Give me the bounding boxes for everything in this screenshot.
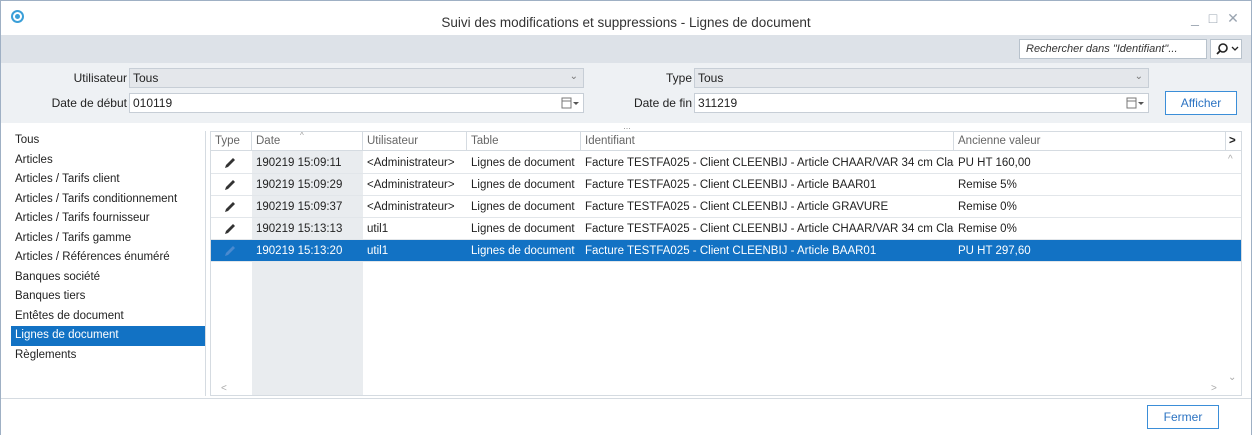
end-date-input[interactable]: 311219 [694,93,1149,113]
cell-user: util1 [367,223,389,235]
start-date-label: Date de début [51,96,127,110]
scroll-left-icon[interactable]: < [221,383,227,394]
cell-table: Lignes de document [471,245,575,257]
chevron-down-icon: ⌄ [1134,71,1143,82]
sidebar-item[interactable]: Règlements [11,346,205,366]
cell-date: 190219 15:13:20 [256,245,343,257]
search-input[interactable]: Rechercher dans "Identifiant"... [1019,39,1207,59]
cell-identifier: Facture TESTFA025 - Client CLEENBIJ - Ar… [585,179,877,191]
edit-pencil-icon [223,244,237,258]
type-select[interactable]: Tous ⌄ [694,68,1149,88]
cell-old-value: PU HT 297,60 [958,245,1031,257]
sidebar-item[interactable]: Entêtes de document [11,307,205,327]
user-select[interactable]: Tous ⌄ [129,68,584,88]
title-bar: Suivi des modifications et suppressions … [1,1,1251,35]
column-header-type[interactable]: Type [211,132,252,151]
user-select-value: Tous [133,71,159,85]
close-icon[interactable]: ✕ [1225,10,1241,26]
sidebar-item[interactable]: Articles / Tarifs fournisseur [11,209,205,229]
cell-table: Lignes de document [471,201,575,213]
sidebar-item[interactable]: Banques société [11,268,205,288]
column-header-date[interactable]: Date ^ [252,132,363,151]
cell-old-value: PU HT 160,00 [958,157,1031,169]
edit-pencil-icon [223,178,237,192]
cell-date: 190219 15:09:29 [256,179,343,191]
table-row[interactable]: 190219 15:09:37 <Administrateur> Lignes de… [211,196,1241,218]
calendar-icon[interactable] [1126,97,1144,109]
show-button[interactable]: Afficher [1165,91,1237,115]
sidebar-item[interactable]: Articles / Tarifs gamme [11,229,205,249]
table-filter-list: Tous Articles Articles / Tarifs client Arti… [11,131,206,396]
filter-panel: Utilisateur Tous ⌄ Date de début 010119 … [1,63,1251,123]
close-button[interactable]: Fermer [1147,405,1219,429]
cell-identifier: Facture TESTFA025 - Client CLEENBIJ - Ar… [585,245,877,257]
cell-user: <Administrateur> [367,201,455,213]
main-window: Suivi des modifications et suppressions … [0,0,1252,435]
minimize-icon[interactable]: _ [1187,10,1203,26]
cell-user: <Administrateur> [367,157,455,169]
calendar-icon[interactable] [561,97,579,109]
cell-identifier: Facture TESTFA025 - Client CLEENBIJ - Ar… [585,201,889,213]
edit-pencil-icon [223,222,237,236]
search-icon [1216,43,1239,55]
sidebar-item[interactable]: Tous [11,131,205,151]
sidebar-item[interactable]: Articles / Références énuméré [11,248,205,268]
cell-identifier: Facture TESTFA025 - Client CLEENBIJ - Ar… [585,223,954,235]
column-header-old-value[interactable]: Ancienne valeur [954,132,1226,151]
maximize-icon[interactable]: □ [1205,10,1221,26]
sidebar-item[interactable]: Lignes de document [11,326,205,346]
type-label: Type [665,71,692,85]
cell-date: 190219 15:13:13 [256,223,343,235]
cell-identifier: Facture TESTFA025 - Client CLEENBIJ - Ar… [585,157,954,169]
cell-date: 190219 15:09:37 [256,201,343,213]
cell-user: <Administrateur> [367,179,455,191]
cell-table: Lignes de document [471,223,575,235]
column-header-user[interactable]: Utilisateur [363,132,467,151]
end-date-label: Date de fin [633,96,692,110]
sidebar-item[interactable]: Articles [11,151,205,171]
sidebar-item[interactable]: Articles / Tarifs client [11,170,205,190]
user-label: Utilisateur [73,71,127,85]
table-row[interactable]: 190219 15:13:13 util1 Lignes de document Fa… [211,218,1241,240]
cell-user: util1 [367,245,389,257]
type-select-value: Tous [698,71,724,85]
scroll-down-icon[interactable]: ⌄ [1228,372,1236,383]
cell-date: 190219 15:09:11 [256,157,342,169]
scroll-right-icon[interactable]: > [1211,383,1217,394]
chevron-down-icon: ⌄ [569,71,578,82]
column-header-table[interactable]: Table [467,132,581,151]
edit-pencil-icon [223,156,237,170]
sidebar-item[interactable]: Banques tiers [11,287,205,307]
end-date-value: 311219 [698,96,738,110]
edit-pencil-icon [223,200,237,214]
column-header-date-label: Date [256,135,281,147]
window-title: Suivi des modifications et suppressions … [441,15,811,30]
start-date-input[interactable]: 010119 [129,93,584,113]
table-row[interactable]: 190219 15:13:20 util1 Lignes de document Fa… [211,240,1241,262]
footer: Fermer [1,398,1251,435]
toolbar: Rechercher dans "Identifiant"... [1,35,1251,63]
column-header-identifier[interactable]: Identifiant [581,132,954,151]
scroll-right-button[interactable]: > [1226,132,1241,151]
table-row[interactable]: 190219 15:09:11 <Administrateur> Lignes de… [211,152,1241,174]
sort-asc-icon: ^ [300,131,304,140]
cell-old-value: Remise 0% [958,223,1017,235]
cell-table: Lignes de document [471,157,575,169]
cell-old-value: Remise 0% [958,201,1017,213]
cell-old-value: Remise 5% [958,179,1017,191]
sidebar-item[interactable]: Articles / Tarifs conditionnement [11,190,205,210]
table-row[interactable]: 190219 15:09:29 <Administrateur> Lignes de… [211,174,1241,196]
changes-grid: Type Date ^ Utilisateur Table Identifian… [210,131,1242,396]
cell-table: Lignes de document [471,179,575,191]
start-date-value: 010119 [133,96,173,110]
search-button[interactable] [1210,39,1242,59]
